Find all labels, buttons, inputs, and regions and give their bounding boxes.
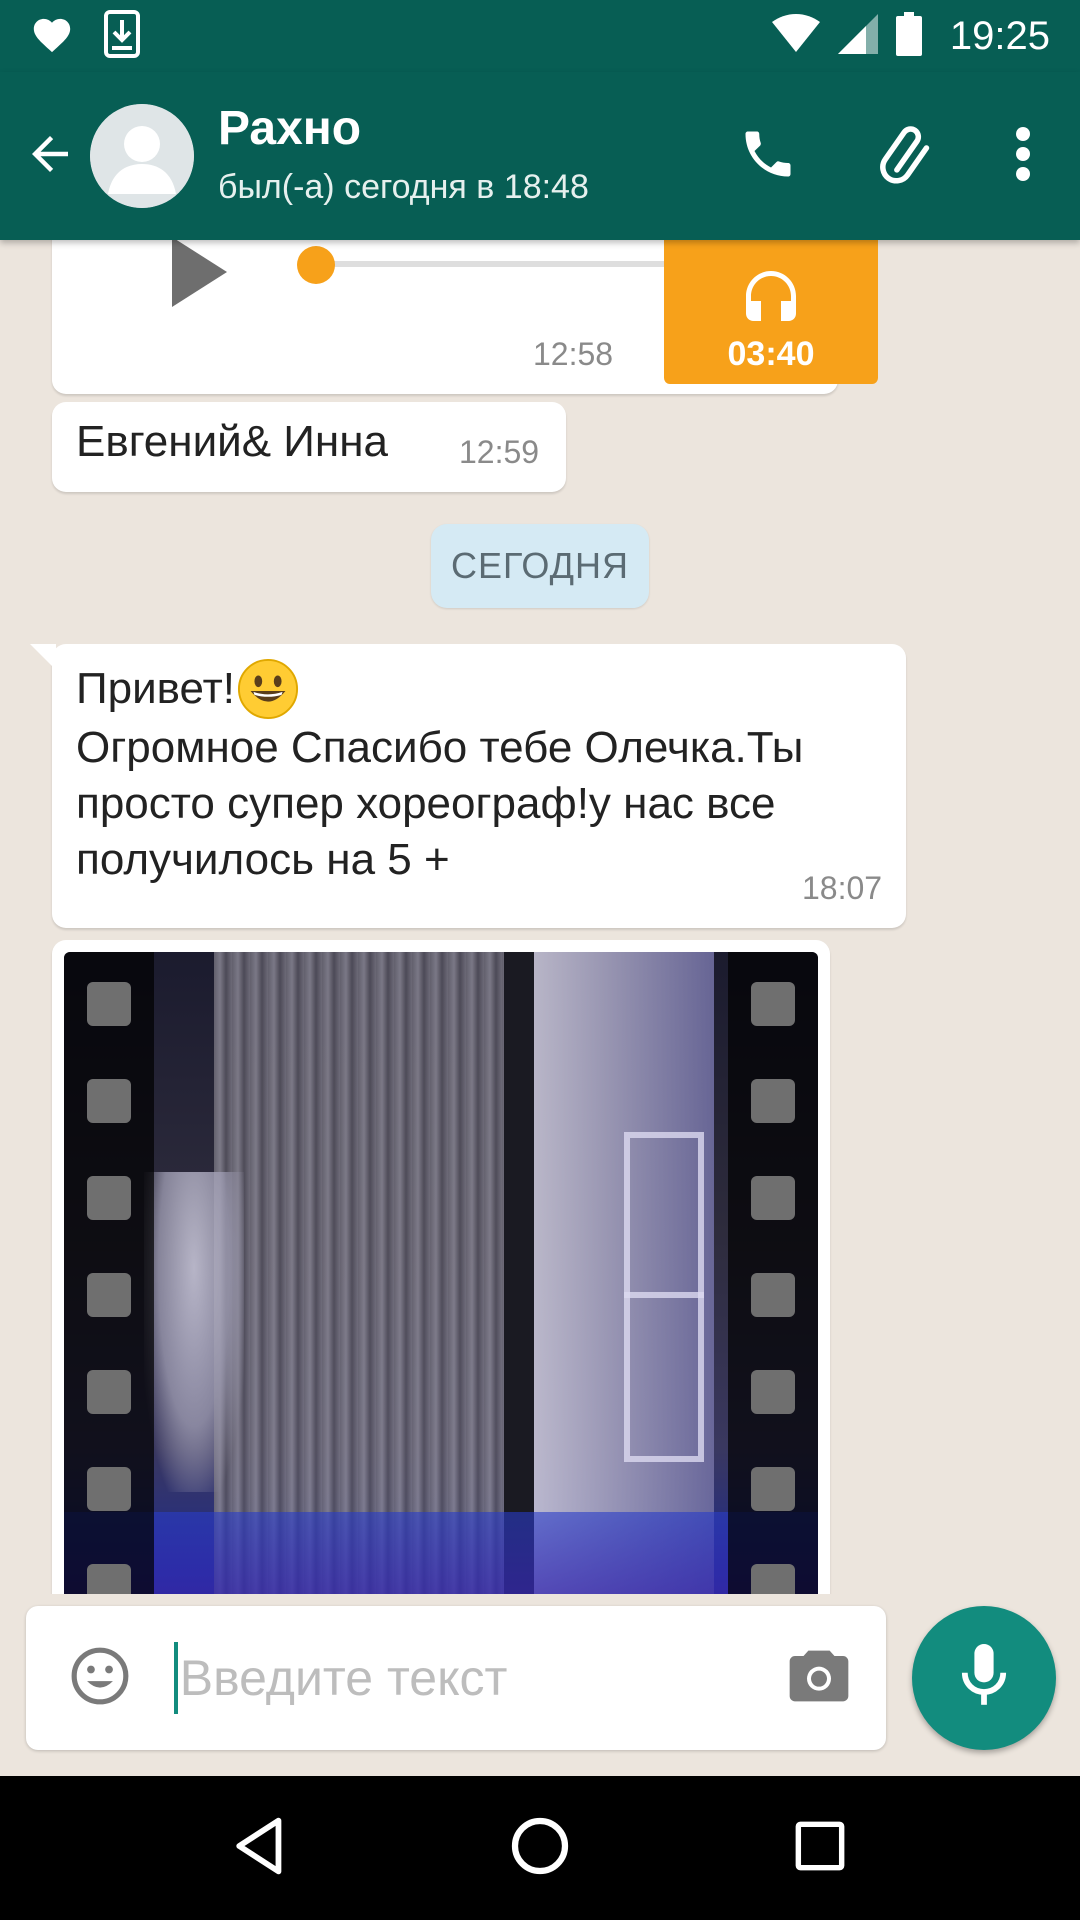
video-scene — [624, 1292, 704, 1298]
audio-duration: 03:40 — [727, 335, 815, 373]
film-hole — [751, 1564, 795, 1594]
film-hole — [87, 1370, 131, 1414]
nav-back-icon — [232, 1816, 288, 1881]
film-hole — [87, 1467, 131, 1511]
more-options-button[interactable] — [978, 86, 1068, 226]
emoji-icon — [69, 1645, 131, 1712]
download-icon — [104, 9, 140, 63]
video-scene — [64, 1512, 818, 1594]
text-cursor — [173, 1642, 178, 1714]
audio-thumbnail: 03:40 — [664, 240, 878, 384]
camera-icon — [787, 1648, 851, 1709]
camera-button[interactable] — [760, 1606, 878, 1750]
mic-icon — [958, 1643, 1010, 1713]
message-text: Евгений& Инна — [76, 417, 388, 466]
film-hole — [751, 1370, 795, 1414]
back-button[interactable] — [10, 72, 90, 240]
play-icon — [162, 240, 232, 316]
film-hole — [87, 1079, 131, 1123]
video-scene — [214, 952, 504, 1594]
film-hole — [87, 982, 131, 1026]
message-line: получилось на 5 + — [76, 835, 450, 884]
call-button[interactable] — [698, 86, 838, 226]
message-text: Привет! Огромное Спасибо тебе Олечка.Ты … — [76, 658, 896, 888]
system-nav-bar — [0, 1776, 1080, 1920]
message-line: просто супер хореограф!у нас все — [76, 779, 776, 828]
film-hole — [751, 1176, 795, 1220]
status-time: 19:25 — [949, 13, 1050, 58]
nav-back-button[interactable] — [200, 1788, 320, 1908]
video-thumbnail[interactable] — [64, 952, 818, 1594]
phone-icon — [738, 124, 798, 189]
contact-name: Рахно — [218, 102, 362, 155]
chat-area[interactable]: 12:58 03:40 Евгений& Инна 12:59 СЕГОДНЯ … — [0, 240, 1080, 1594]
nav-recents-icon — [794, 1820, 846, 1877]
more-vert-icon — [1015, 126, 1031, 187]
paperclip-icon — [875, 121, 941, 192]
film-strip-right — [728, 952, 818, 1594]
headphones-icon — [741, 268, 801, 329]
audio-message-bubble: 12:58 03:40 — [52, 240, 878, 394]
voice-record-button[interactable] — [912, 1606, 1056, 1750]
back-arrow-icon — [23, 127, 77, 186]
attach-button[interactable] — [838, 86, 978, 226]
audio-seek-track[interactable] — [297, 261, 673, 267]
message-time: 12:59 — [459, 434, 540, 470]
status-bar: 19:25 — [0, 0, 1080, 72]
grinning-emoji-icon — [237, 658, 299, 720]
message-time: 12:58 — [533, 336, 614, 372]
contact-info[interactable]: Рахно был(-а) сегодня в 18:48 — [218, 101, 589, 211]
film-hole — [751, 1079, 795, 1123]
message-time: 18:07 — [802, 870, 883, 906]
film-strip-left — [64, 952, 154, 1594]
message-bubble[interactable]: Евгений& Инна 12:59 — [52, 402, 566, 492]
video-scene — [144, 1172, 244, 1492]
film-hole — [751, 1467, 795, 1511]
battery-icon — [895, 11, 922, 61]
message-input-bar — [26, 1606, 886, 1750]
nav-home-button[interactable] — [480, 1788, 600, 1908]
play-button[interactable] — [162, 240, 232, 312]
message-bubble[interactable]: Привет! Огромное Спасибо тебе Олечка.Ты … — [30, 644, 906, 928]
film-hole — [87, 1273, 131, 1317]
message-input[interactable] — [179, 1649, 760, 1707]
audio-seek-knob[interactable] — [296, 246, 335, 284]
video-message-bubble[interactable] — [52, 940, 830, 1594]
avatar[interactable] — [90, 104, 194, 208]
film-hole — [751, 1273, 795, 1317]
film-hole — [87, 1564, 131, 1594]
message-line: Привет! — [76, 664, 235, 713]
message-line: Огромное Спасибо тебе Олечка.Ты — [76, 723, 804, 772]
video-scene — [504, 952, 534, 1594]
film-hole — [87, 1176, 131, 1220]
bubble-tail — [30, 644, 56, 670]
heart-icon — [30, 14, 74, 59]
date-separator: СЕГОДНЯ — [431, 524, 649, 608]
emoji-button[interactable] — [26, 1606, 174, 1750]
chat-toolbar: Рахно был(-а) сегодня в 18:48 — [0, 72, 1080, 240]
nav-recents-button[interactable] — [760, 1788, 880, 1908]
wifi-icon — [771, 13, 820, 59]
signal-icon — [837, 13, 878, 59]
contact-last-seen: был(-а) сегодня в 18:48 — [218, 168, 589, 206]
film-hole — [751, 982, 795, 1026]
nav-home-icon — [510, 1816, 570, 1881]
